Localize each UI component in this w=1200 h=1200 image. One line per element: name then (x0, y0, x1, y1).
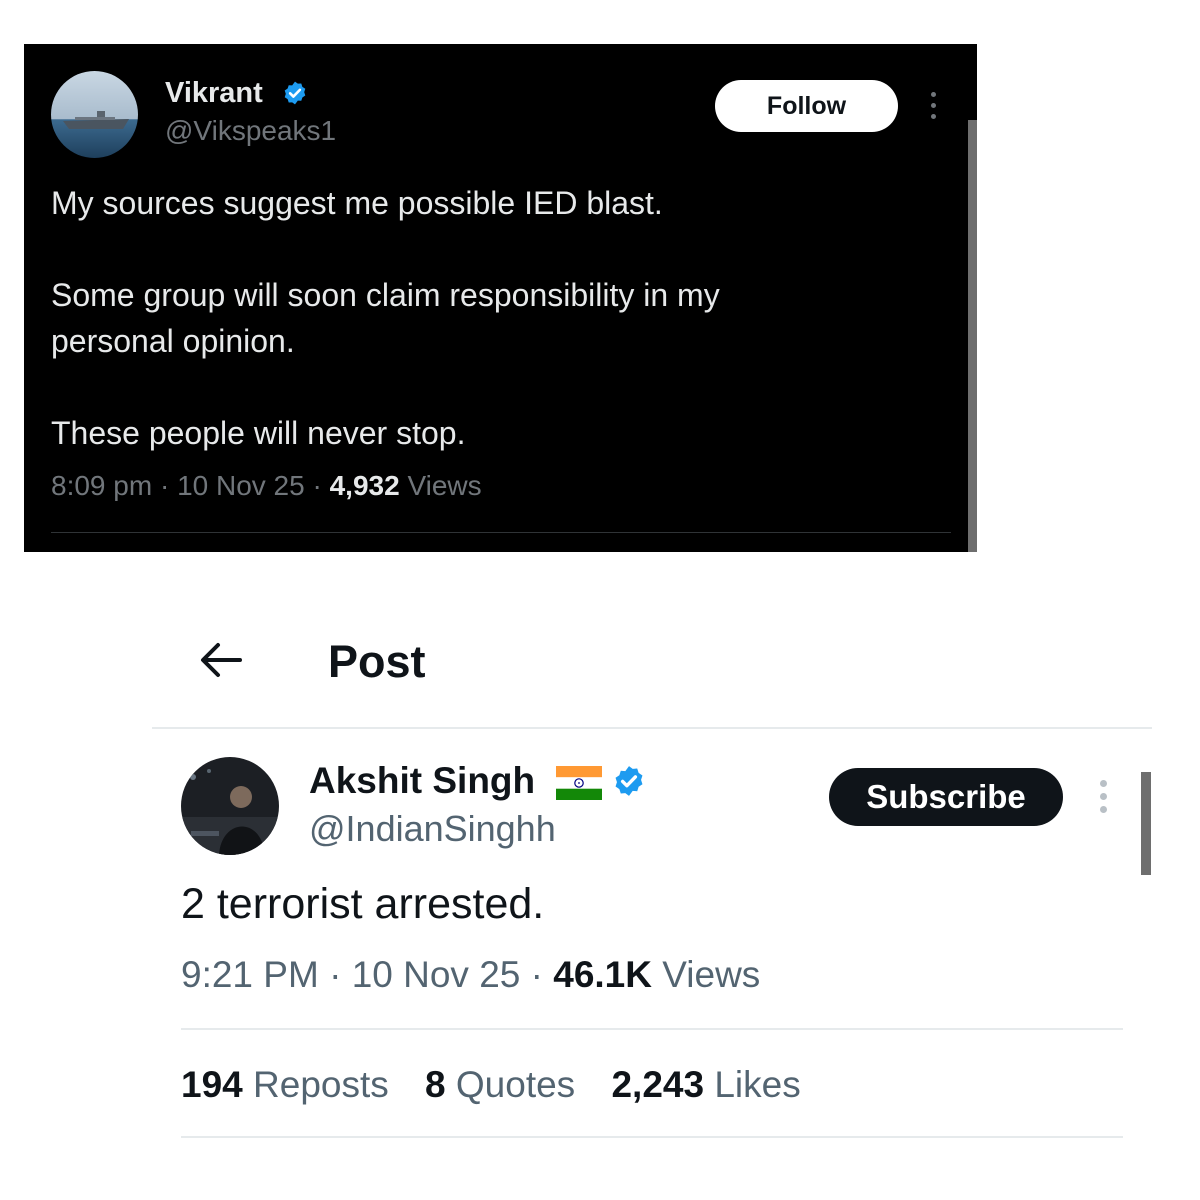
follow-button[interactable]: Follow (715, 80, 898, 132)
tweet-text-line: These people will never stop. (51, 415, 466, 451)
views-count: 4,932 (329, 470, 400, 501)
likes-stat[interactable]: 2,243 Likes (611, 1064, 800, 1105)
views-count: 46.1K (553, 954, 652, 995)
author-handle[interactable]: @Vikspeaks1 (165, 115, 336, 147)
author-name[interactable]: Akshit Singh (309, 760, 535, 802)
india-flag-icon (556, 766, 602, 800)
engagement-stats: 194 Reposts 8 Quotes 2,243 Likes (181, 1064, 827, 1106)
views-label: Views (407, 470, 482, 501)
divider (51, 532, 951, 533)
tweet-meta: 8:09 pm · 10 Nov 25 · 4,932 Views (51, 470, 482, 502)
post-meta: 9:21 PM · 10 Nov 25 · 46.1K Views (181, 954, 760, 996)
divider (152, 727, 1152, 729)
divider (181, 1136, 1123, 1138)
meta-separator: · (304, 470, 330, 501)
page-title: Post (328, 636, 426, 687)
quotes-count: 8 (425, 1064, 446, 1105)
post-text: 2 terrorist arrested. (181, 880, 545, 928)
likes-count: 2,243 (611, 1064, 705, 1105)
reposts-label: Reposts (253, 1064, 389, 1105)
post-time[interactable]: 9:21 PM (181, 954, 319, 995)
arrow-left-icon[interactable] (198, 640, 244, 680)
more-vertical-icon[interactable] (1094, 780, 1112, 816)
quotes-label: Quotes (455, 1064, 576, 1105)
reposts-count: 194 (181, 1064, 243, 1105)
quotes-stat[interactable]: 8 Quotes (425, 1064, 575, 1105)
post-date[interactable]: 10 Nov 25 (352, 954, 521, 995)
meta-separator: · (520, 954, 554, 995)
scrollbar[interactable] (968, 120, 977, 552)
meta-separator: · (152, 470, 178, 501)
verified-badge-icon (615, 766, 643, 796)
likes-label: Likes (714, 1064, 801, 1105)
avatar[interactable] (181, 757, 279, 855)
author-name[interactable]: Vikrant (165, 77, 263, 110)
scrollbar[interactable] (1141, 772, 1151, 875)
more-vertical-icon[interactable] (923, 92, 943, 122)
subscribe-button[interactable]: Subscribe (829, 768, 1063, 826)
meta-separator: · (318, 954, 352, 995)
tweet-text-line: Some group will soon claim responsibilit… (51, 277, 720, 313)
tweet-date[interactable]: 10 Nov 25 (177, 470, 305, 501)
tweet-text-line: My sources suggest me possible IED blast… (51, 185, 663, 221)
dark-tweet-card: Vikrant @Vikspeaks1 Follow My sources su… (24, 44, 977, 552)
verified-badge-icon (284, 81, 306, 105)
tweet-time[interactable]: 8:09 pm (51, 470, 152, 501)
author-handle[interactable]: @IndianSinghh (309, 808, 556, 850)
tweet-text-line: personal opinion. (51, 323, 295, 359)
divider (181, 1028, 1123, 1030)
ship-avatar-image (51, 71, 138, 158)
reposts-stat[interactable]: 194 Reposts (181, 1064, 389, 1105)
person-avatar-image (181, 757, 279, 855)
views-label: Views (662, 954, 761, 995)
avatar[interactable] (51, 71, 138, 158)
